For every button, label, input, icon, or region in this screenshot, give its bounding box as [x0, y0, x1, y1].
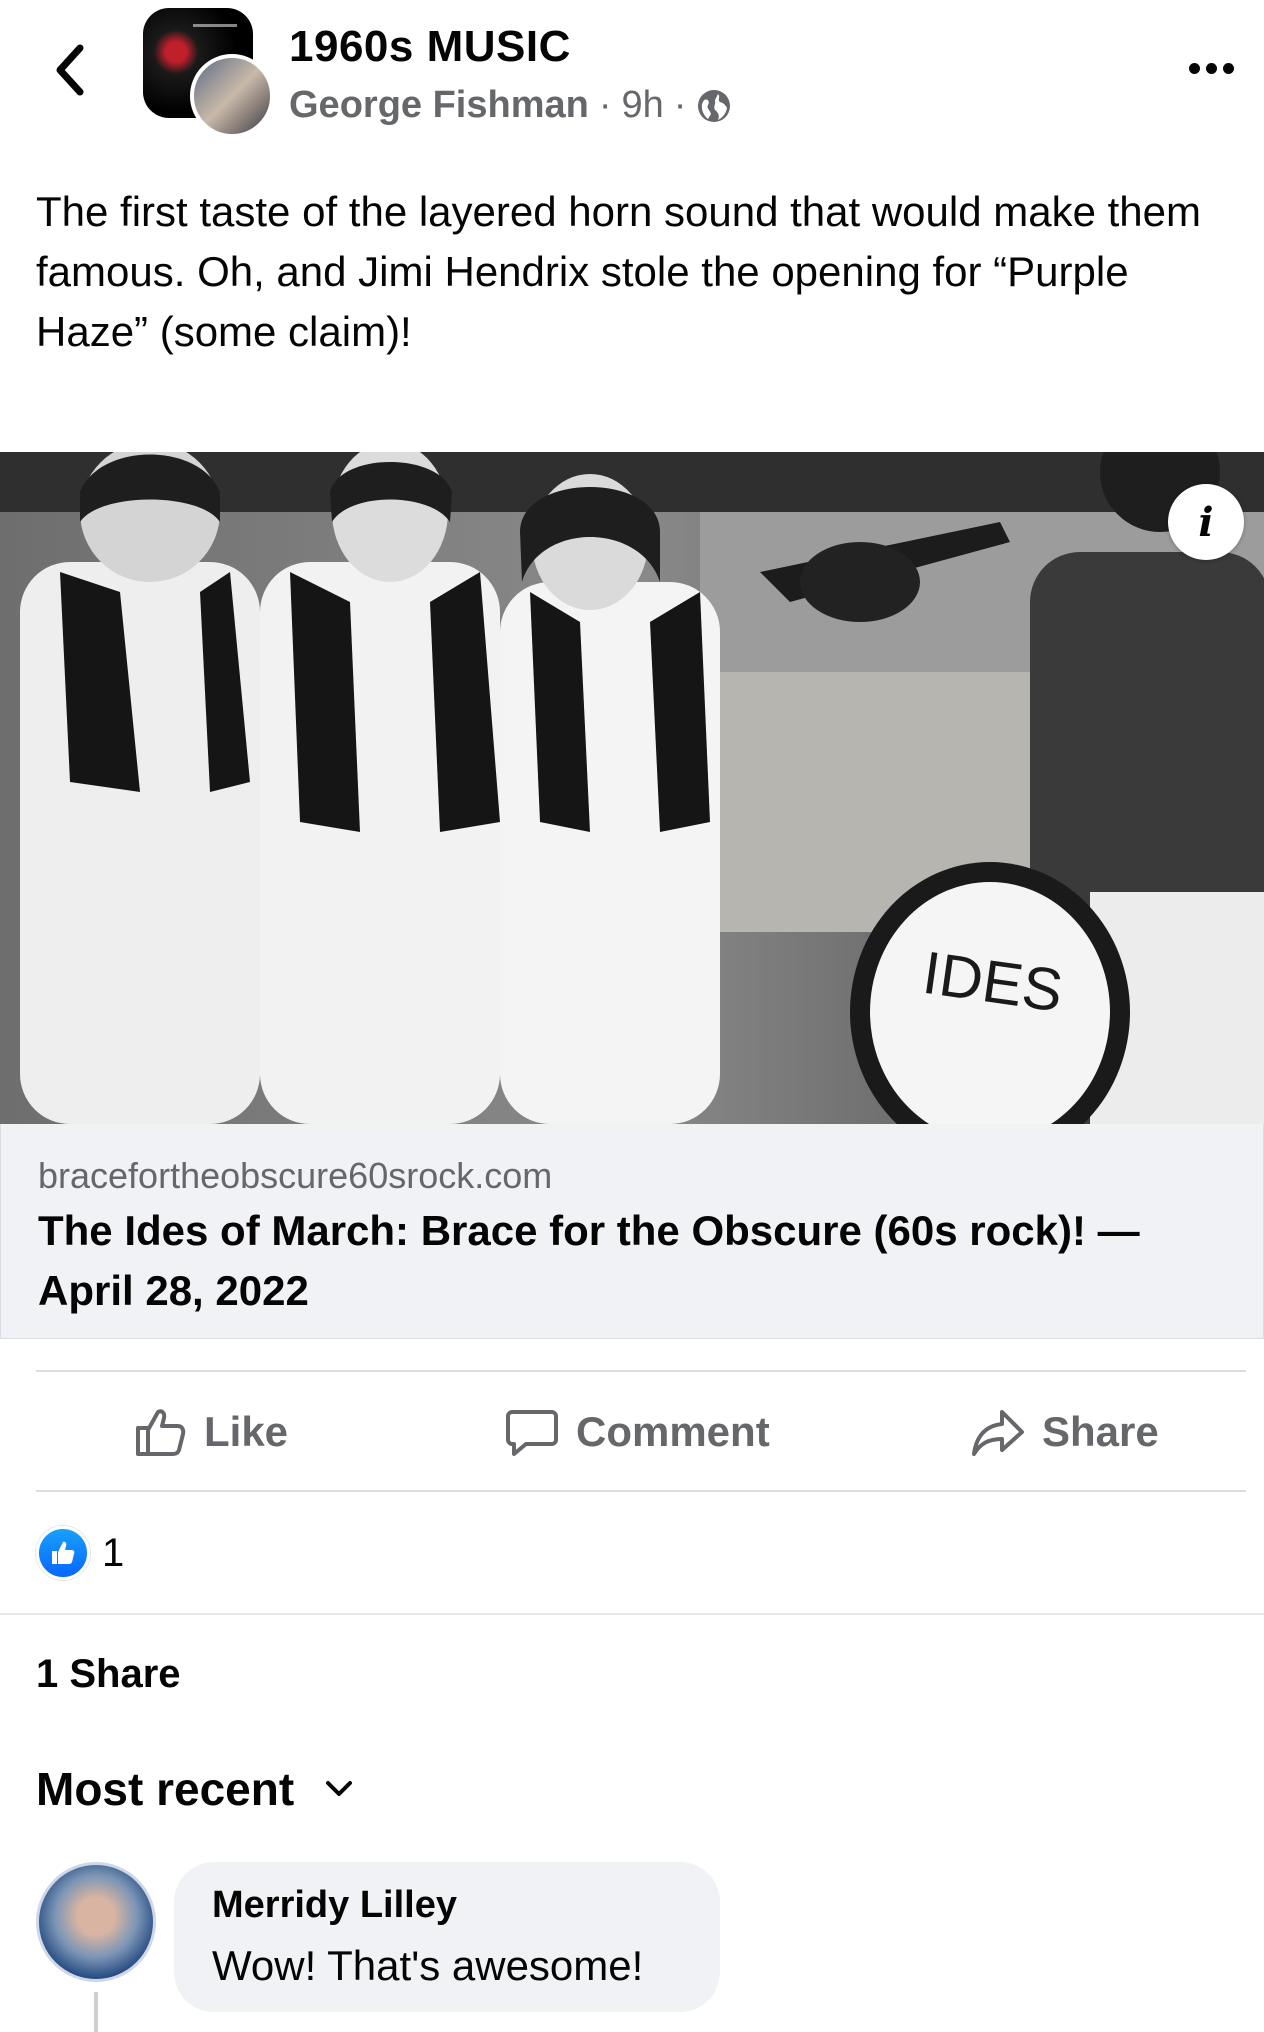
reaction-summary[interactable]: 1 — [36, 1526, 124, 1580]
divider — [36, 1490, 1246, 1492]
post-meta: George Fishman · 9h · — [289, 84, 732, 127]
comment-text: Wow! That's awesome! — [212, 1942, 644, 1989]
thread-line — [94, 1992, 98, 2032]
group-name[interactable]: 1960s MUSIC — [289, 22, 571, 72]
post-text: The first taste of the layered horn soun… — [36, 188, 1201, 355]
sort-label: Most recent — [36, 1763, 295, 1815]
comment-button[interactable]: Comment — [504, 1400, 770, 1464]
divider — [36, 1370, 1246, 1372]
post-photo[interactable]: IDES — [0, 452, 1264, 1124]
share-label: Share — [1042, 1408, 1159, 1455]
globe-icon — [698, 89, 731, 122]
meta-separator: · — [598, 84, 612, 126]
more-dot — [1188, 62, 1200, 74]
commenter-avatar[interactable] — [36, 1862, 156, 1982]
comment-sort-dropdown[interactable]: Most recent — [36, 1762, 354, 1816]
chevron-down-icon — [326, 1781, 353, 1796]
comment-label: Comment — [576, 1408, 770, 1455]
share-count[interactable]: 1 Share — [36, 1652, 181, 1697]
comment-author[interactable]: Merridy Lilley — [212, 1884, 457, 1927]
speech-bubble-icon — [506, 1410, 558, 1456]
back-button[interactable] — [40, 30, 100, 110]
share-arrow-icon — [972, 1410, 1024, 1456]
chevron-left-icon — [56, 44, 84, 96]
like-reaction-icon — [36, 1526, 90, 1580]
like-button[interactable]: Like — [132, 1400, 288, 1464]
reaction-count: 1 — [102, 1530, 125, 1575]
more-dot — [1222, 62, 1234, 74]
author-avatar[interactable] — [190, 54, 274, 138]
share-button[interactable]: Share — [970, 1400, 1159, 1464]
info-button[interactable]: i — [1168, 484, 1244, 560]
band-photo-illustration: IDES — [0, 452, 1264, 1124]
thumbs-up-icon — [136, 1409, 186, 1456]
divider — [0, 1613, 1264, 1615]
meta-separator: · — [673, 84, 687, 126]
post-time[interactable]: 9h — [622, 84, 664, 127]
link-domain: bracefortheobscure60srock.com — [38, 1155, 553, 1196]
info-icon: i — [1198, 498, 1214, 546]
more-dot — [1205, 62, 1217, 74]
link-title[interactable]: The Ides of March: Brace for the Obscure… — [38, 1201, 1238, 1321]
more-options-button[interactable] — [1176, 46, 1246, 90]
author-name[interactable]: George Fishman — [289, 84, 589, 127]
like-label: Like — [204, 1408, 289, 1455]
